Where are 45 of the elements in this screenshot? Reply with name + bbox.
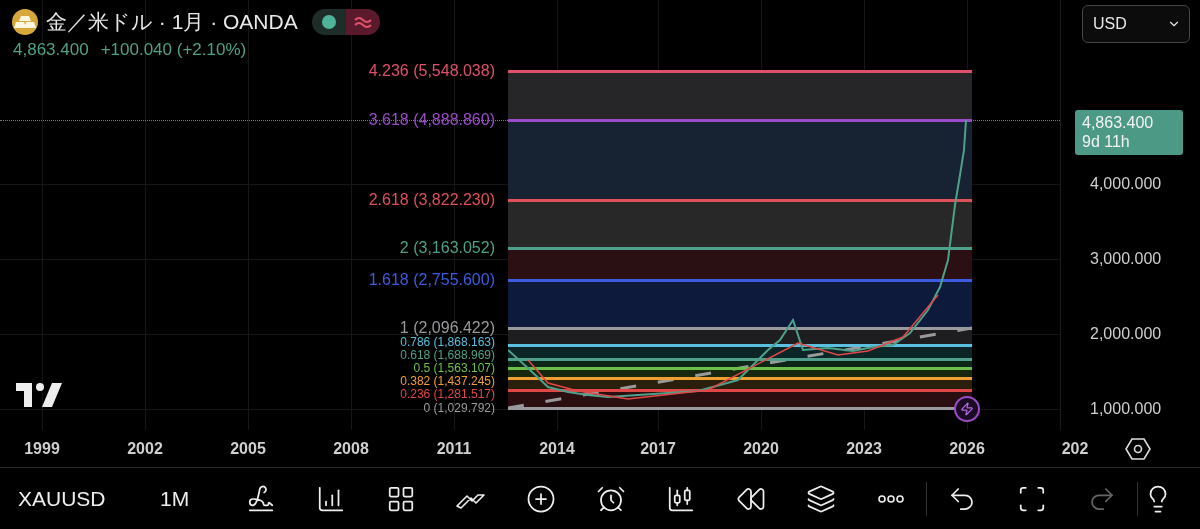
fib-level-label: 1.618 (2,755.600): [368, 272, 495, 288]
time-axis-label: 2002: [127, 440, 163, 458]
settings-icon[interactable]: [1125, 436, 1151, 462]
price-axis-label: 2,000.000: [1090, 325, 1162, 343]
plus-icon: [526, 483, 556, 514]
time-axis-label: 2026: [949, 440, 985, 458]
fib-level-label: 4.236 (5,548.038): [368, 63, 495, 79]
pen-icon: [246, 483, 276, 514]
time-axis-label: 1999: [24, 440, 60, 458]
more-icon: [878, 494, 904, 503]
price-axis-label: 3,000.000: [1090, 250, 1162, 268]
fib-level-label: 2.618 (3,822.230): [368, 192, 495, 208]
lightning-icon: [960, 402, 974, 416]
ingot-icon: [12, 9, 38, 35]
last-price: 4,863.400: [13, 40, 89, 60]
symbol-title: 金／米ドル · 1月 · OANDA: [46, 9, 298, 35]
currency-select[interactable]: USD: [1082, 5, 1190, 43]
price-change: +100.040 (+2.10%): [100, 40, 247, 60]
interval-label[interactable]: 1M: [160, 486, 226, 511]
time-axis-label: 2008: [333, 440, 369, 458]
fib-level-label: 1 (2,096.422): [399, 320, 495, 336]
wave-icon: [353, 15, 372, 29]
time-axis-label: 2020: [743, 440, 779, 458]
time-axis-label: 2005: [230, 440, 266, 458]
fib-level-label: 0.236 (1,281.517): [400, 388, 495, 400]
time-axis-label: 2014: [539, 440, 575, 458]
logo-icon: [16, 383, 62, 407]
fib-level-label: 0 (1,029.792): [423, 402, 495, 414]
price-axis-label: 1,000.000: [1090, 400, 1162, 418]
fib-level-label: 3.618 (4,888.860): [368, 112, 495, 128]
lightning-button[interactable]: [954, 396, 980, 422]
fib-level-label: 0.382 (1,437.245): [400, 375, 495, 387]
fib-level-label: 2 (3,163.052): [399, 240, 495, 256]
symbol-name[interactable]: XAUUSD: [18, 486, 160, 511]
status-dot-icon: [321, 15, 336, 29]
last-price-badge: 4,863.400 9d 11h: [1075, 110, 1183, 155]
time-axis-label: 2011: [436, 440, 472, 458]
time-axis-label: 202: [1061, 440, 1089, 458]
time-axis-label: 2023: [846, 440, 882, 458]
fib-level-label: 0.618 (1,688.969): [400, 349, 495, 361]
layers-icon: [806, 483, 836, 514]
time-axis-label: 2017: [640, 440, 676, 458]
fib-level-label: 0.786 (1,868.163): [400, 336, 495, 348]
fib-level-label: 0.5 (1,563.107): [413, 362, 495, 374]
price-axis-label: 4,000.000: [1090, 175, 1162, 193]
